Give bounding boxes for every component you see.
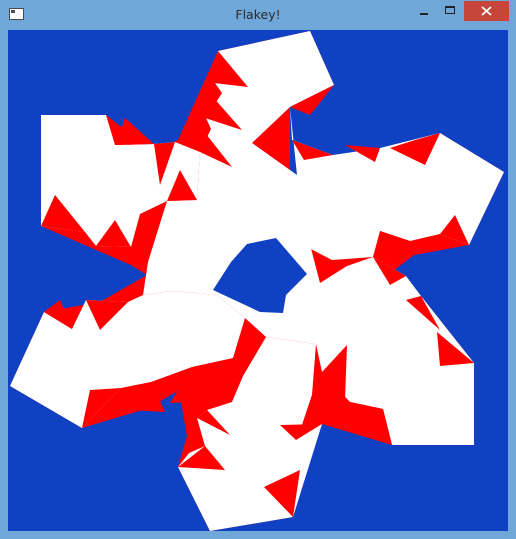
maximize-icon [445,6,455,14]
canvas-area [8,30,508,531]
minimize-button[interactable] [410,1,437,21]
maximize-button[interactable] [437,1,464,21]
close-button[interactable] [464,1,509,21]
close-icon [481,6,492,16]
snowflake-drawing [8,30,508,531]
minimize-icon [420,13,428,15]
app-window: Flakey! [0,0,516,539]
title-bar[interactable]: Flakey! [0,0,516,30]
